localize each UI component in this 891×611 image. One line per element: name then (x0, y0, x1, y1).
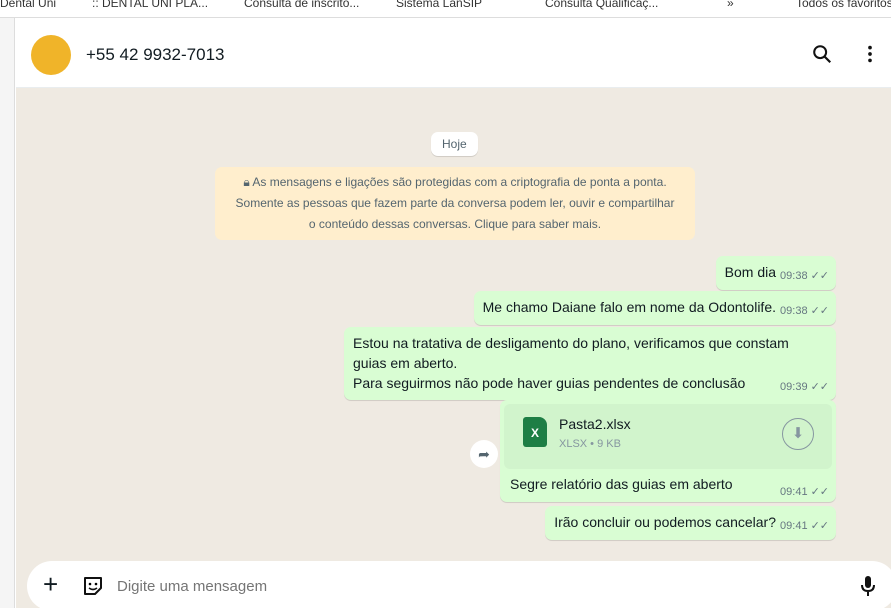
sidebar-strip (0, 18, 15, 608)
double-check-icon: ✓✓ (810, 305, 829, 317)
message-input[interactable] (117, 573, 817, 599)
download-icon[interactable]: ⬇ (782, 418, 814, 450)
message-text: Segre relatório das guias em aberto (510, 476, 733, 492)
message-time: 09:41 (780, 485, 808, 498)
double-check-icon: ✓✓ (810, 486, 829, 498)
message-text: guias em aberto. (353, 355, 458, 371)
notice-line: As mensagens e ligações são protegidas c… (252, 175, 667, 189)
bookmark[interactable]: Sistema LanSIP (396, 0, 482, 10)
message-text: Me chamo Daiane falo em nome da Odontoli… (482, 299, 776, 315)
avatar[interactable] (31, 35, 71, 75)
more-bookmarks-button[interactable]: » (727, 0, 734, 10)
double-check-icon: ✓✓ (810, 270, 829, 282)
bookmarks-bar: Dental Uni :: DENTAL UNI PLA... Consulta… (0, 0, 891, 18)
sticker-icon[interactable] (81, 574, 105, 598)
menu-icon[interactable] (859, 43, 881, 65)
double-check-icon: ✓✓ (810, 381, 829, 393)
bookmark[interactable]: Consulta Qualificaç... (545, 0, 658, 10)
bookmark[interactable]: Consulta de inscrito... (244, 0, 359, 10)
excel-file-icon: X (523, 417, 547, 447)
message-text: Irão concluir ou podemos cancelar? (554, 514, 776, 530)
message-text: Bom dia (724, 264, 776, 280)
bookmark[interactable]: Dental Uni (0, 0, 56, 10)
message-bubble[interactable]: Estou na tratativa de desligamento do pl… (344, 327, 836, 400)
file-name: Pasta2.xlsx (559, 416, 631, 432)
contact-name[interactable]: +55 42 9932-7013 (86, 45, 225, 65)
message-text: Estou na tratativa de desligamento do pl… (353, 335, 789, 351)
message-text: Para seguirmos não pode haver guias pend… (353, 375, 746, 391)
forward-button[interactable]: ➦ (470, 440, 498, 468)
message-time: 09:38 (780, 270, 808, 282)
bookmark[interactable]: :: DENTAL UNI PLA... (92, 0, 208, 10)
message-last-line: 09:39 ✓✓ Para seguirmos não pode haver gu… (353, 373, 829, 393)
message-time: 09:41 (780, 520, 808, 532)
notice-line: o conteúdo dessas conversas. Clique para… (308, 217, 602, 231)
composer: + (27, 561, 891, 611)
date-badge: Hoje (431, 132, 478, 156)
encryption-notice[interactable]: 🔒︎ As mensagens e ligações são protegida… (215, 167, 695, 240)
file-attachment[interactable]: X Pasta2.xlsx XLSX • 9 KB ⬇ (504, 404, 832, 469)
file-message[interactable]: X Pasta2.xlsx XLSX • 9 KB ⬇ Segre relató… (500, 400, 836, 502)
file-info: XLSX • 9 KB (559, 438, 621, 450)
message-bubble[interactable]: Me chamo Daiane falo em nome da Odontoli… (473, 291, 836, 325)
double-check-icon: ✓✓ (810, 520, 829, 532)
message-time: 09:38 (780, 305, 808, 317)
search-icon[interactable] (811, 43, 833, 65)
message-bubble[interactable]: Irão concluir ou podemos cancelar? 09:41… (545, 506, 836, 540)
chat-area: Hoje 🔒︎ As mensagens e ligações são prot… (16, 88, 891, 608)
attach-plus-icon[interactable]: + (43, 570, 58, 598)
message-time: 09:39 (780, 381, 808, 393)
microphone-icon[interactable] (858, 574, 878, 598)
chat-header: +55 42 9932-7013 (16, 20, 891, 88)
all-bookmarks[interactable]: Todos os favoritos (796, 0, 891, 10)
message-bubble[interactable]: Bom dia 09:38 ✓✓ (715, 256, 836, 290)
notice-line: Somente as pessoas que fazem parte da co… (235, 196, 675, 210)
